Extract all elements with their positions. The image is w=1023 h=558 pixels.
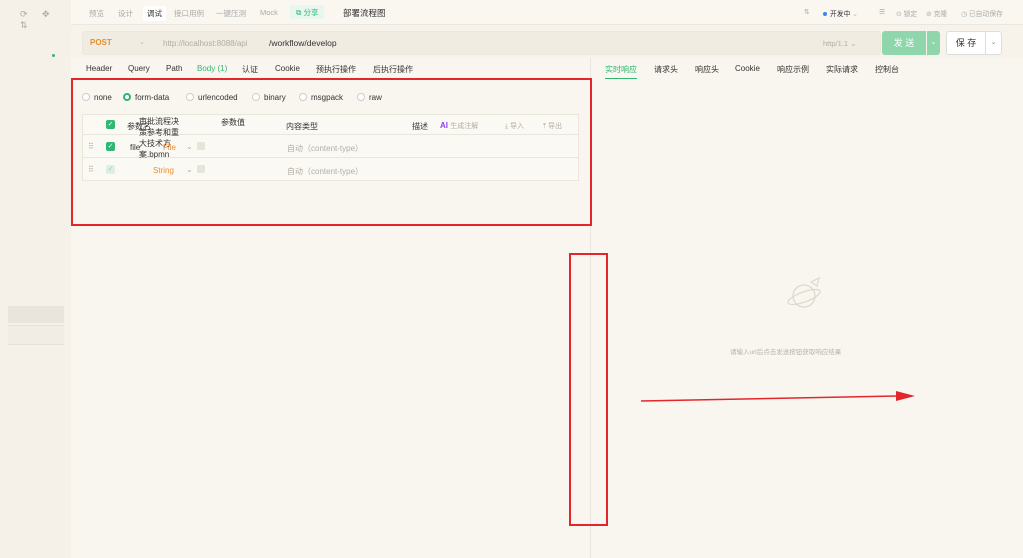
tab-resp-cookie[interactable]: Cookie <box>735 64 760 73</box>
tab-req-headers[interactable]: 请求头 <box>654 64 678 75</box>
left-strip: ⟳ ✥ ⇅ <box>0 0 71 558</box>
chevron-down-icon[interactable]: ⌄ <box>139 38 145 46</box>
top-bar: 预览 设计 调试 接口用例 一键压测 Mock ⧉ 分享 部署流程图 ⇅ 开发中… <box>71 0 1023 25</box>
tab-live-response[interactable]: 实时响应 <box>605 64 637 79</box>
annotation-arrow <box>640 391 915 402</box>
tab-debug[interactable]: 调试 <box>143 6 166 21</box>
url-bar: POST ⌄ http://localhost:8088/api /workfl… <box>82 31 881 55</box>
response-pane: 实时响应 请求头 响应头 Cookie 响应示例 实际请求 控制台 请输入url… <box>591 58 1023 558</box>
share-button[interactable]: ⧉ 分享 <box>290 5 325 19</box>
send-button[interactable]: 发 送 <box>882 31 926 55</box>
http-version-select[interactable]: http/1.1 ⌄ <box>823 39 856 48</box>
save-options-chevron-icon[interactable]: ⌄ <box>986 31 1002 55</box>
tab-preview[interactable]: 预览 <box>89 8 104 19</box>
sidebar-toolbar-icons[interactable]: ⟳ ✥ ⇅ <box>20 9 71 31</box>
tab-console[interactable]: 控制台 <box>875 64 899 75</box>
annotation-box <box>71 78 592 226</box>
tab-body[interactable]: Body (1) <box>197 64 227 73</box>
sidebar-item[interactable] <box>8 325 64 345</box>
send-options-chevron-icon[interactable]: ⌄ <box>927 31 940 55</box>
tab-loadtest[interactable]: 一键压测 <box>216 8 246 19</box>
method-select[interactable]: POST <box>90 38 112 47</box>
tab-query[interactable]: Query <box>128 64 150 73</box>
document-title: 部署流程图 <box>343 8 386 18</box>
tab-design[interactable]: 设计 <box>118 8 133 19</box>
lock-button[interactable]: ⊙ 锁定 <box>896 8 917 18</box>
tab-resp-example[interactable]: 响应示例 <box>777 64 809 75</box>
sync-icon[interactable]: ⇅ <box>804 8 810 16</box>
annotation-box <box>569 253 608 526</box>
tab-cases[interactable]: 接口用例 <box>174 8 204 19</box>
tab-actual-request[interactable]: 实际请求 <box>826 64 858 75</box>
env-selector[interactable]: 开发中 ⌄ <box>823 8 858 18</box>
autosave-status: ◷ 已自动保存 <box>961 11 1003 18</box>
tab-path[interactable]: Path <box>166 64 182 73</box>
tab-header[interactable]: Header <box>86 64 112 73</box>
env-manage-icon[interactable]: ☰ <box>879 8 885 16</box>
empty-response-text: 请输入url后点击发送按钮获取响应结果 <box>730 349 842 356</box>
clone-icon: ⊘ <box>926 11 934 18</box>
tab-resp-headers[interactable]: 响应头 <box>695 64 719 75</box>
base-url: http://localhost:8088/api <box>163 39 248 48</box>
lock-icon: ⊙ <box>896 11 904 18</box>
tab-mock[interactable]: Mock <box>260 8 278 17</box>
save-button[interactable]: 保 存 <box>946 31 986 55</box>
autosave-icon: ◷ <box>961 11 969 18</box>
tab-post-script[interactable]: 后执行操作 <box>373 64 413 75</box>
status-dot <box>52 54 55 57</box>
env-dot-icon <box>823 12 827 17</box>
clone-button[interactable]: ⊘ 克隆 <box>926 8 947 18</box>
planet-icon <box>787 276 821 308</box>
tab-pre-script[interactable]: 预执行操作 <box>316 64 356 75</box>
sidebar-selected-item[interactable] <box>8 306 64 323</box>
tab-cookie[interactable]: Cookie <box>275 64 300 73</box>
url-input[interactable]: /workflow/develop <box>269 38 337 48</box>
tab-auth[interactable]: 认证 <box>242 64 258 75</box>
